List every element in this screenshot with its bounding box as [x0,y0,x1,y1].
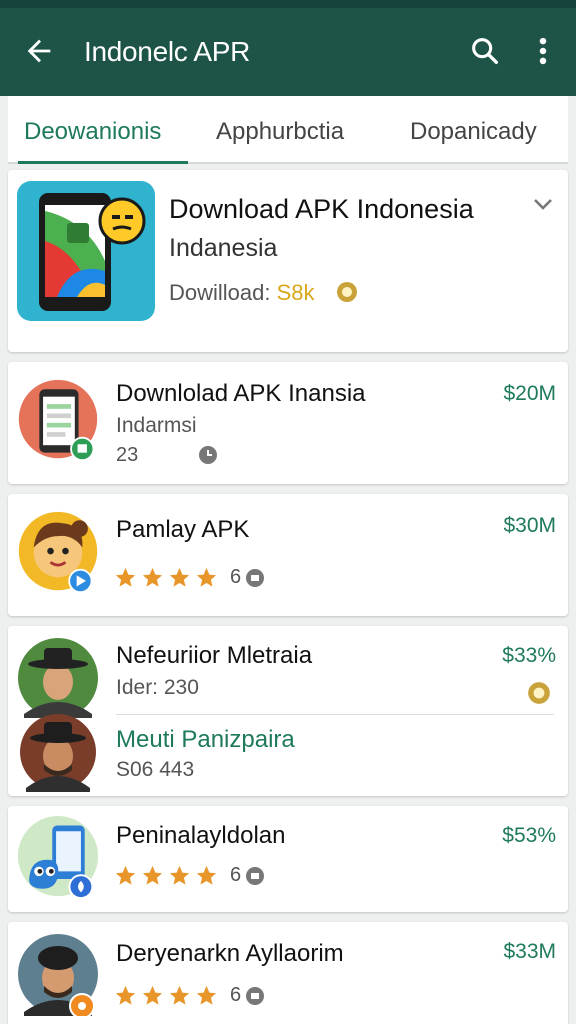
list-item[interactable]: Nefeuriior Mletraia Ider: 230 $33% Meuti… [8,626,568,796]
download-icon [246,986,265,1005]
list-item[interactable]: Pamlay APK 6 $30M [8,494,568,616]
star-icon [115,985,136,1005]
list-item[interactable]: Deryenarkn Ayllaorim 6 $33M [8,922,568,1024]
app-name: Download APK Indonesia [169,194,474,224]
app-icon [17,816,99,900]
status-bar [0,0,576,8]
star-icon [196,567,217,587]
download-icon [246,866,265,885]
star-icon [115,865,136,885]
star-icon [169,865,190,885]
divider [116,714,554,715]
rating-count: 6 [230,984,242,1006]
tab-applications[interactable]: Apphurbctia [216,118,344,146]
star-icon [142,567,163,587]
search-icon[interactable] [468,34,502,68]
tab-downloads[interactable]: Deowanionis [24,118,161,146]
rating-stars: 6 [114,864,265,887]
star-icon [196,985,217,1005]
app-bar: Indonelc APR [0,8,576,96]
featured-app-card[interactable]: Download APK Indonesia Indanesia Dowillo… [8,170,568,352]
download-info: Dowilload: S8k [169,280,315,306]
app-name: Deryenarkn Ayllaorim [116,940,344,967]
page-title: Indonelc APR [84,36,251,67]
rating-stars: 6 [114,566,265,589]
app-icon [18,379,98,462]
app-name: Peninalayldolan [116,822,286,849]
tab-indicator [18,161,188,164]
app-icon [18,511,98,594]
app-name: Nefeuriior Mletraia [116,642,313,669]
secondary-app-subtitle: S06 443 [116,758,195,781]
app-subtitle: Indanesia [169,234,278,262]
star-icon [142,865,163,885]
tab-bar: Deowanionis Apphurbctia Dopanicady [8,96,568,164]
app-name: Downlolad APK Inansia [116,380,366,407]
app-name: Pamlay APK [116,516,250,543]
app-price: $20M [503,382,556,405]
coin-icon [337,282,357,302]
avatar [18,638,98,718]
secondary-app-name: Meuti Panizpaira [116,726,295,753]
download-count: S8k [276,280,315,305]
rating-count: 6 [230,566,242,588]
avatar [18,934,98,1016]
app-subtitle: Indarmsi [116,414,197,437]
app-price: $30M [503,514,556,537]
rating-count: 6 [230,864,242,886]
clock-icon [199,446,217,464]
coin-icon [528,682,550,704]
app-subtitle: Ider: 230 [116,676,199,699]
avatar [20,714,96,792]
app-price: $53% [502,824,556,847]
app-price: $33M [503,940,556,963]
rating-stars: 6 [114,984,265,1007]
arrow-left-icon[interactable] [22,34,56,68]
star-icon [196,865,217,885]
app-price: $33% [502,644,556,667]
star-icon [115,567,136,587]
more-vert-icon[interactable] [530,34,556,68]
list-item[interactable]: Peninalayldolan 6 $53% [8,806,568,912]
download-icon [246,568,265,587]
tab-popular[interactable]: Dopanicady [410,118,537,146]
star-icon [169,567,190,587]
star-icon [142,985,163,1005]
app-meta: 23 [116,444,139,466]
list-item[interactable]: Downlolad APK Inansia Indarmsi 23 $20M [8,362,568,484]
download-label: Dowilload: [169,280,271,305]
chevron-down-icon[interactable] [531,194,555,214]
star-icon [169,985,190,1005]
app-icon [17,181,155,321]
